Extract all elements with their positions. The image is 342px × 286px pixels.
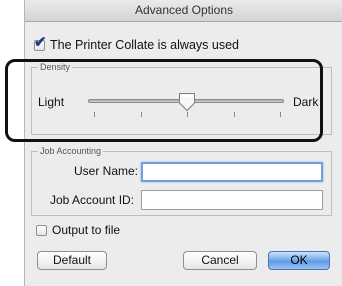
density-highlight-outline	[5, 59, 323, 142]
checkmark-icon: ✔	[34, 34, 47, 51]
output-to-file-checkbox[interactable]	[36, 225, 47, 236]
collate-checkbox[interactable]: ✔	[34, 35, 47, 51]
ok-button[interactable]: OK	[268, 251, 330, 270]
cancel-button[interactable]: Cancel	[183, 251, 257, 270]
output-to-file-label: Output to file	[52, 223, 121, 237]
default-button[interactable]: Default	[37, 251, 107, 270]
user-name-label: User Name:	[74, 164, 139, 178]
collate-label: The Printer Collate is always used	[50, 38, 239, 52]
job-account-id-label: Job Account ID:	[50, 193, 135, 207]
window-title: Advanced Options	[25, 0, 342, 22]
user-name-field[interactable]	[141, 162, 323, 182]
job-accounting-group-title: Job Accounting	[38, 146, 104, 156]
job-account-id-field[interactable]	[141, 190, 323, 210]
